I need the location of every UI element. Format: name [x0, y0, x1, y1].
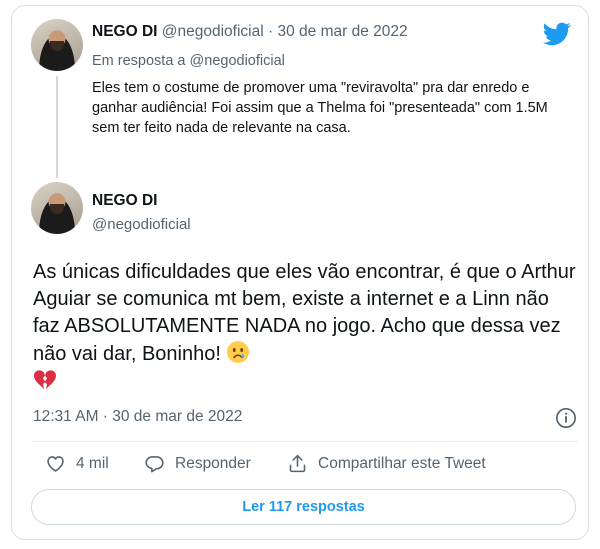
broken-heart-icon	[34, 370, 56, 390]
handle[interactable]: @negodioficial	[92, 216, 191, 233]
share-button[interactable]: Compartilhar este Tweet	[287, 453, 486, 474]
avatar[interactable]	[31, 19, 83, 71]
heart-icon	[47, 456, 64, 472]
reply-to-handle[interactable]: @negodioficial	[190, 53, 285, 69]
crying-face-icon	[227, 341, 250, 363]
reply-context: Em resposta a @negodioficial	[92, 53, 285, 69]
share-icon	[289, 454, 306, 473]
reply-prefix: Em resposta a	[92, 53, 186, 69]
tweet-body: As únicas dificuldades que eles vão enco…	[33, 261, 576, 365]
quoted-tweet-text: Eles tem o costume de promover uma "revi…	[92, 80, 548, 136]
tweet-timestamp[interactable]: 12:31 AM · 30 de mar de 2022	[33, 408, 242, 426]
thread-line	[56, 76, 58, 178]
quoted-tweet-header: NEGO DI @negodioficial · 30 de mar de 20…	[92, 23, 408, 41]
share-label: Compartilhar este Tweet	[318, 454, 486, 472]
like-count: 4 mil	[76, 454, 109, 472]
read-replies-label: Ler 117 respostas	[242, 499, 365, 515]
tweet-card: NEGO DI @negodioficial · 30 de mar de 20…	[11, 5, 589, 540]
avatar[interactable]	[31, 182, 83, 234]
tweet-date[interactable]: 30 de mar de 2022	[277, 23, 407, 40]
handle[interactable]: @negodioficial	[162, 23, 264, 40]
read-replies-button[interactable]: Ler 117 respostas	[31, 489, 576, 525]
display-name[interactable]: NEGO DI	[92, 192, 157, 210]
reply-icon	[145, 456, 164, 473]
divider	[33, 441, 578, 442]
like-button[interactable]: 4 mil	[45, 453, 109, 474]
info-icon[interactable]	[555, 407, 577, 429]
reply-label: Responder	[175, 454, 251, 472]
separator: ·	[268, 23, 274, 40]
twitter-bird-icon[interactable]	[543, 22, 571, 46]
display-name[interactable]: NEGO DI	[92, 23, 157, 40]
reply-button[interactable]: Responder	[144, 453, 251, 474]
tweet-text: As únicas dificuldades que eles vão enco…	[33, 259, 578, 396]
